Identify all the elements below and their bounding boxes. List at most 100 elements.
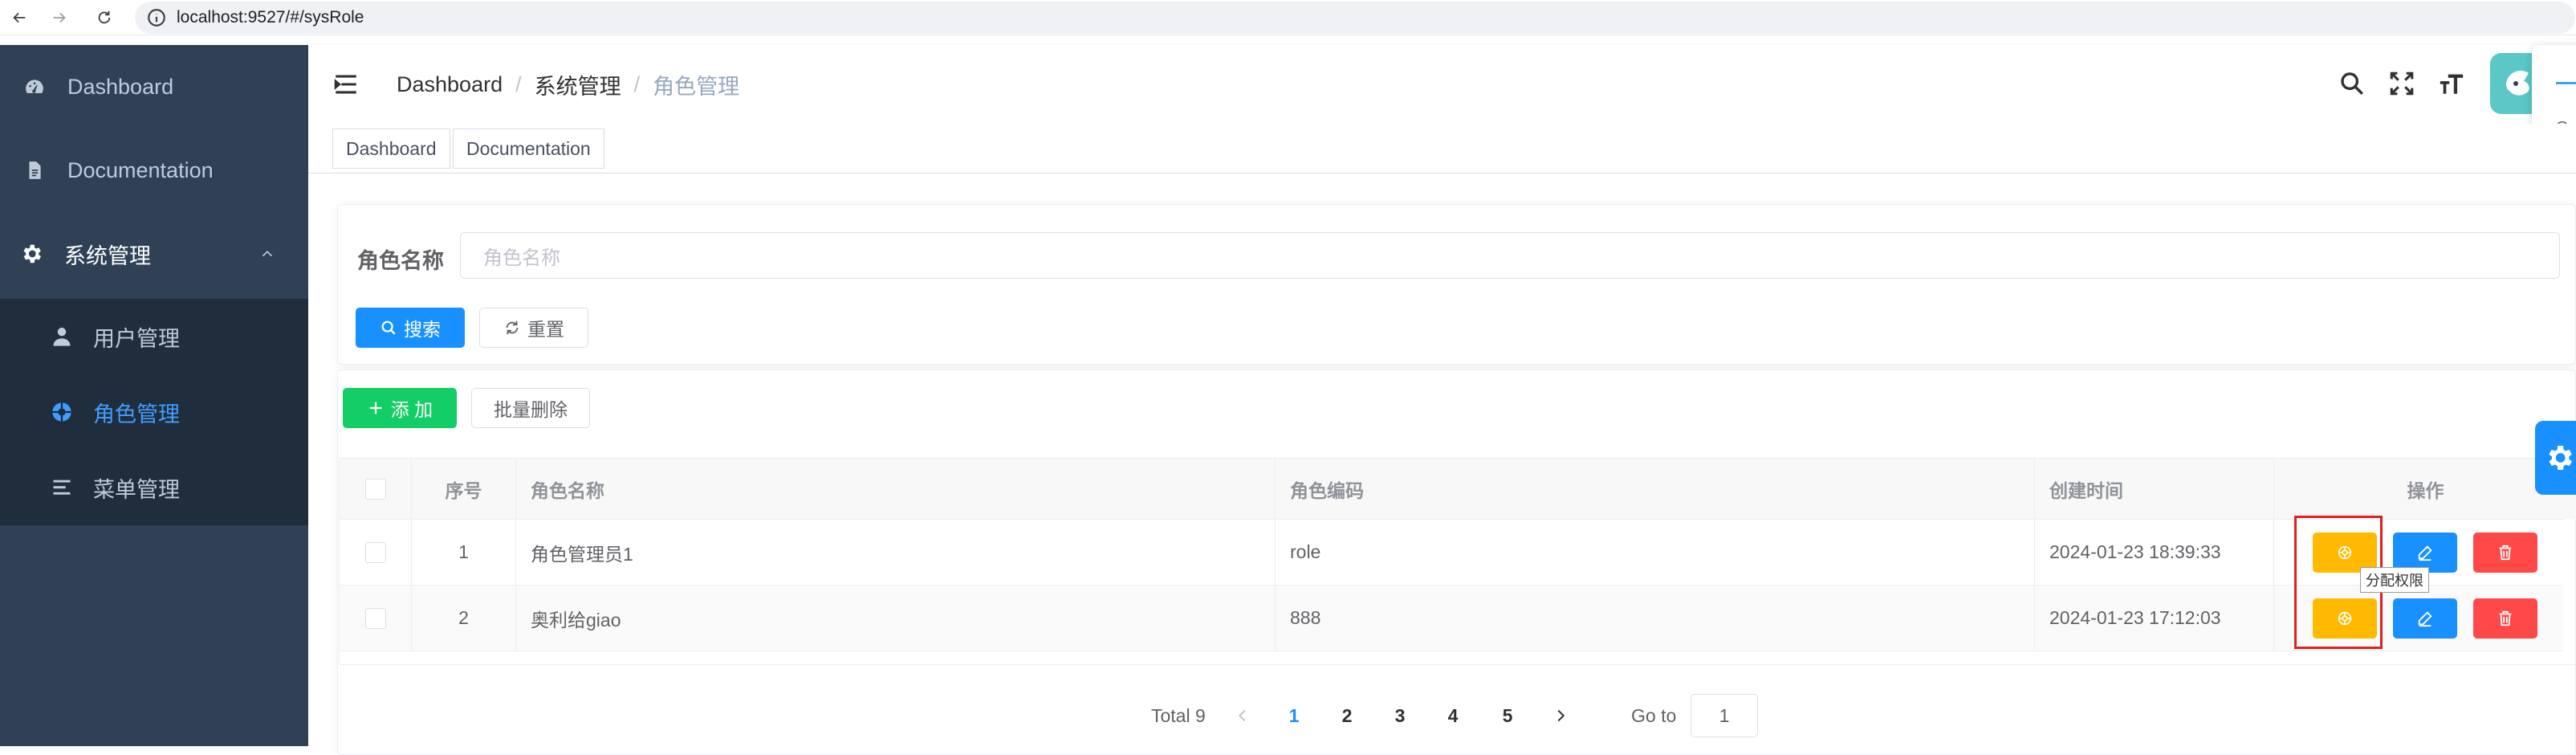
page-5[interactable]: 5 bbox=[1491, 694, 1524, 737]
search-card: 角色名称 角色名称 搜索 重置 bbox=[337, 204, 2576, 365]
sidebar-item-system[interactable]: 系统管理 bbox=[0, 212, 308, 296]
hamburger-icon[interactable] bbox=[332, 71, 360, 98]
tag-dashboard[interactable]: Dashboard bbox=[332, 129, 450, 169]
breadcrumb: Dashboard / 系统管理 / 角色管理 bbox=[397, 69, 739, 100]
breadcrumb-separator: / bbox=[633, 72, 641, 96]
sidebar-item-roles[interactable]: 角色管理 bbox=[0, 374, 308, 450]
gear-icon bbox=[19, 242, 43, 266]
top-navbar: Dashboard / 系统管理 / 角色管理 bbox=[308, 45, 2576, 124]
sidebar-item-label: 系统管理 bbox=[64, 243, 151, 268]
next-page-icon[interactable] bbox=[1544, 694, 1577, 737]
browser-toolbar: localhost:9527/#/sysRole bbox=[0, 0, 2576, 35]
row-index: 2 bbox=[412, 586, 516, 651]
breadcrumb-system[interactable]: 系统管理 bbox=[535, 69, 621, 100]
reset-button[interactable]: 重置 bbox=[479, 308, 588, 348]
back-arrow-icon[interactable] bbox=[5, 3, 34, 32]
page-2[interactable]: 2 bbox=[1331, 694, 1363, 737]
url-text: localhost:9527/#/sysRole bbox=[177, 8, 364, 27]
row-role-name: 奥利给giao bbox=[516, 586, 1276, 651]
tags-view: Dashboard Documentation bbox=[308, 124, 2576, 173]
main-content: 角色名称 角色名称 搜索 重置 添 加 批量删除 序号 角色名称 角色编码 创建… bbox=[308, 173, 2576, 755]
breadcrumb-current: 角色管理 bbox=[653, 75, 740, 99]
select-all-checkbox[interactable] bbox=[364, 478, 386, 500]
header-select-all bbox=[340, 459, 412, 519]
search-button[interactable]: 搜索 bbox=[356, 308, 465, 348]
floating-panel-accent bbox=[2556, 82, 2576, 84]
row-select bbox=[340, 520, 412, 585]
navbar-actions bbox=[2336, 66, 2468, 101]
plus-icon bbox=[369, 402, 382, 414]
breadcrumb-separator: / bbox=[515, 72, 522, 96]
gear-icon bbox=[2549, 446, 2572, 470]
breadcrumb-dashboard[interactable]: Dashboard bbox=[397, 72, 503, 97]
sidebar: Dashboard Documentation 系统管理 用户管理 角色管理 菜… bbox=[0, 45, 308, 746]
header-actions: 操作 bbox=[2274, 459, 2576, 519]
dashboard-icon bbox=[22, 75, 47, 99]
fullscreen-icon[interactable] bbox=[2386, 67, 2418, 100]
row-select bbox=[340, 586, 412, 651]
sidebar-item-label: 用户管理 bbox=[93, 326, 180, 351]
batch-delete-button[interactable]: 批量删除 bbox=[471, 388, 590, 428]
header-role-name: 角色名称 bbox=[516, 459, 1276, 519]
reload-icon[interactable] bbox=[90, 3, 119, 32]
row-created-time: 2024-01-23 17:12:03 bbox=[2035, 586, 2274, 651]
goto-label: Go to bbox=[1631, 705, 1677, 726]
search-icon[interactable] bbox=[2336, 67, 2368, 100]
sidebar-item-dashboard[interactable]: Dashboard bbox=[0, 45, 308, 129]
sidebar-item-users[interactable]: 用户管理 bbox=[0, 299, 308, 374]
header-role-code: 角色编码 bbox=[1276, 459, 2035, 519]
tag-documentation[interactable]: Documentation bbox=[453, 129, 604, 169]
row-role-code: 888 bbox=[1276, 586, 2035, 651]
edit-icon bbox=[2418, 611, 2432, 627]
role-name-input[interactable]: 角色名称 bbox=[460, 232, 2560, 279]
sidebar-item-label: 角色管理 bbox=[93, 402, 180, 426]
prev-page-icon[interactable] bbox=[1227, 694, 1259, 737]
edit-icon bbox=[2418, 545, 2432, 561]
row-checkbox[interactable] bbox=[364, 607, 386, 629]
sidebar-item-label: 菜单管理 bbox=[93, 477, 180, 502]
sidebar-item-menus[interactable]: 菜单管理 bbox=[0, 450, 308, 525]
reset-button-label: 重置 bbox=[527, 319, 564, 340]
delete-button[interactable] bbox=[2473, 533, 2537, 573]
address-bar[interactable]: localhost:9527/#/sysRole bbox=[135, 2, 2575, 34]
refresh-icon bbox=[506, 320, 519, 335]
user-icon bbox=[50, 324, 74, 349]
submenu-system: 用户管理 角色管理 菜单管理 bbox=[0, 299, 308, 525]
menu-list-icon bbox=[50, 475, 74, 500]
role-name-label: 角色名称 bbox=[357, 249, 444, 273]
page-4[interactable]: 4 bbox=[1437, 694, 1469, 737]
table-row: 1 角色管理员1 role 2024-01-23 18:39:33 bbox=[340, 520, 2563, 586]
add-button-label: 添 加 bbox=[390, 399, 433, 420]
delete-button[interactable] bbox=[2473, 598, 2537, 639]
site-info-icon[interactable] bbox=[146, 7, 167, 28]
sidebar-item-label: Documentation bbox=[67, 157, 214, 182]
row-checkbox[interactable] bbox=[364, 541, 386, 563]
search-button-label: 搜索 bbox=[404, 319, 441, 340]
row-role-name: 角色管理员1 bbox=[516, 520, 1276, 585]
sidebar-item-label: Dashboard bbox=[67, 74, 174, 99]
chevron-up-icon bbox=[262, 251, 273, 257]
role-table: 序号 角色名称 角色编码 创建时间 操作 1 角色管理员1 role 2024-… bbox=[339, 458, 2576, 665]
page-3[interactable]: 3 bbox=[1384, 694, 1416, 737]
row-role-code: role bbox=[1276, 520, 2035, 585]
settings-drawer-button[interactable] bbox=[2535, 421, 2576, 495]
permission-tooltip: 分配权限 bbox=[2360, 567, 2429, 593]
search-icon bbox=[381, 320, 396, 335]
trash-icon bbox=[2499, 610, 2512, 626]
batch-delete-button-label: 批量删除 bbox=[494, 399, 568, 420]
row-index: 1 bbox=[412, 520, 516, 585]
pagination-total: Total 9 bbox=[1151, 705, 1206, 726]
pagination: Total 9 1 2 3 4 5 Go to 1 bbox=[1151, 694, 2114, 737]
add-button[interactable]: 添 加 bbox=[343, 388, 457, 428]
role-icon bbox=[50, 400, 74, 424]
edit-button[interactable] bbox=[2393, 598, 2457, 639]
sidebar-item-documentation[interactable]: Documentation bbox=[0, 129, 308, 212]
trash-icon bbox=[2499, 545, 2512, 561]
font-size-icon[interactable] bbox=[2436, 67, 2468, 100]
row-created-time: 2024-01-23 18:39:33 bbox=[2035, 520, 2274, 585]
forward-arrow-icon[interactable] bbox=[45, 3, 74, 32]
table-header-row: 序号 角色名称 角色编码 创建时间 操作 bbox=[340, 459, 2576, 520]
goto-page-input[interactable]: 1 bbox=[1691, 694, 1758, 737]
document-icon bbox=[22, 158, 47, 182]
page-1[interactable]: 1 bbox=[1278, 694, 1310, 737]
